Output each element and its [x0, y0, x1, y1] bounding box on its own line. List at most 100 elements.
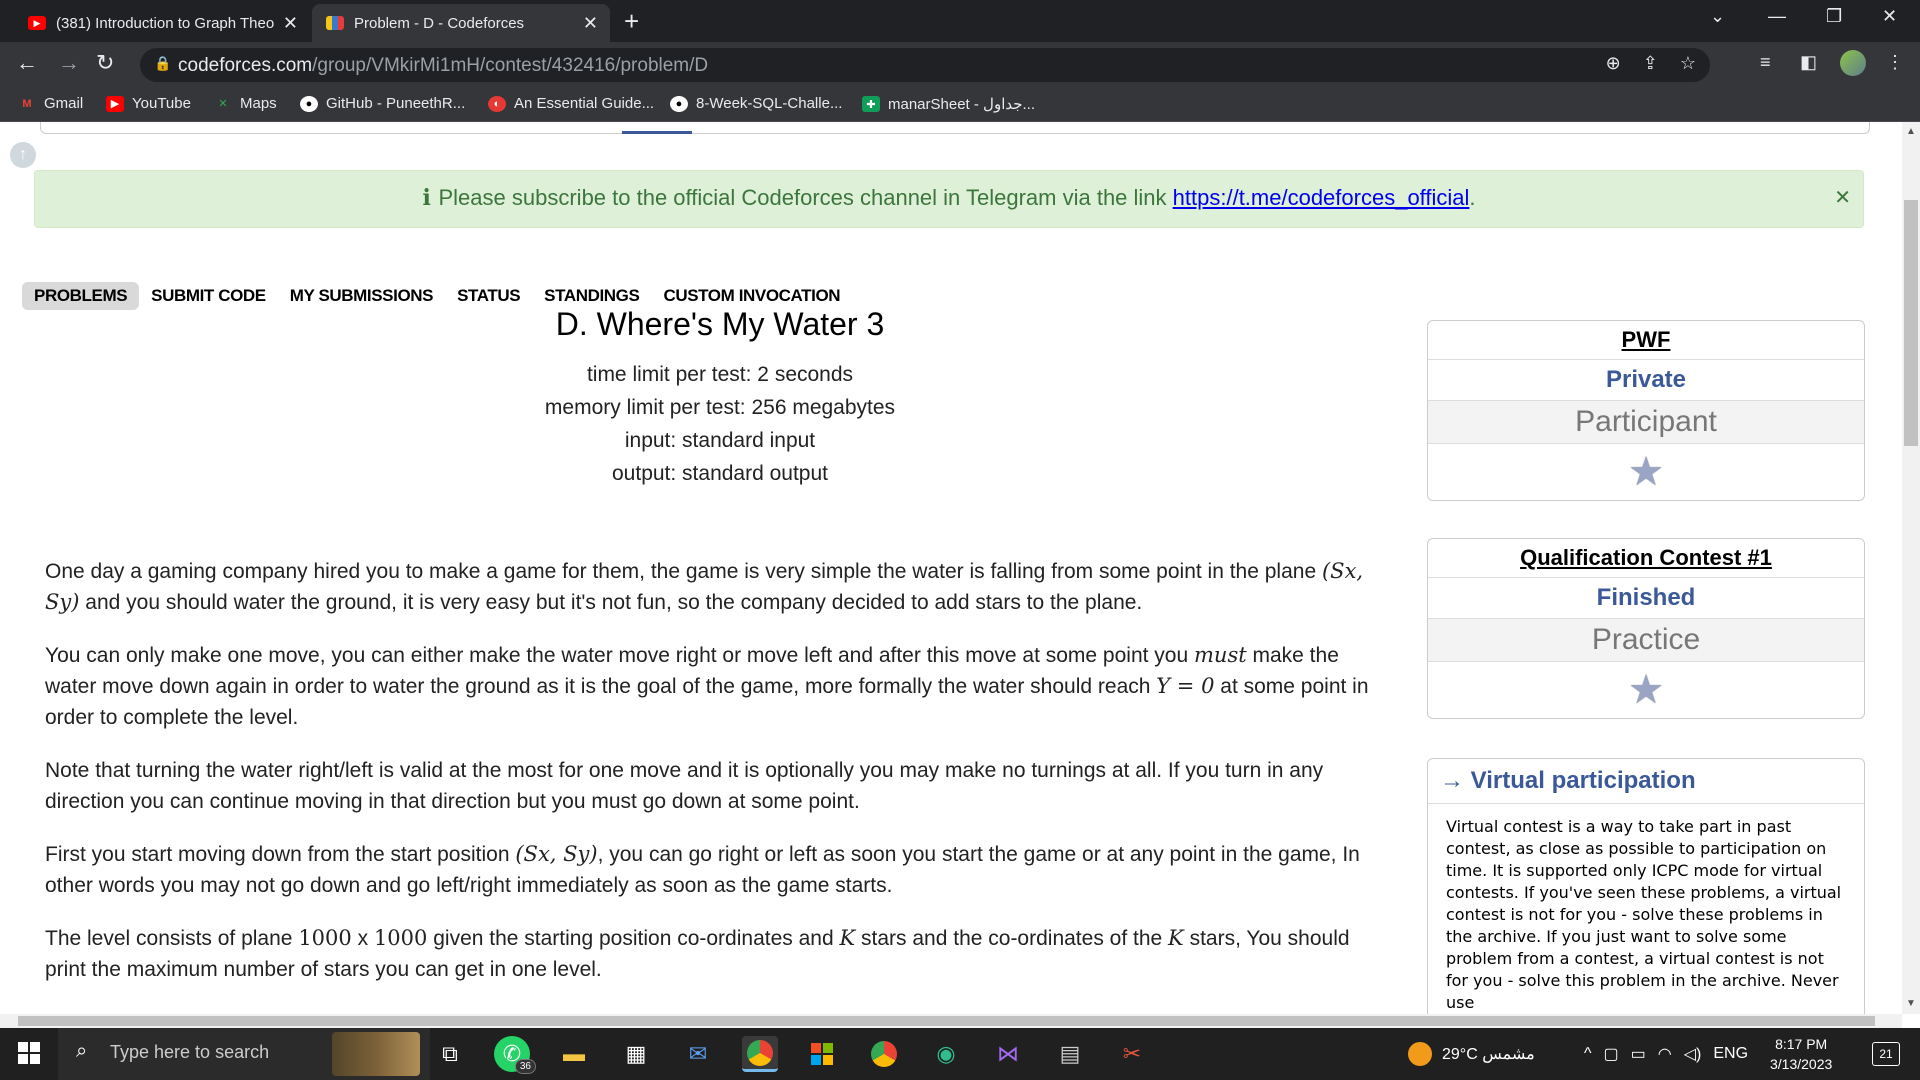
bookmark-label: Maps: [240, 95, 277, 112]
active-menu-underline: [622, 131, 692, 134]
favourite-star[interactable]: ★: [1428, 444, 1864, 500]
telegram-alert: i Please subscribe to the official Codef…: [34, 170, 1864, 228]
zoom-icon[interactable]: ⊕: [1606, 53, 1621, 74]
horizontal-scroll-thumb[interactable]: [18, 1016, 1875, 1026]
browser-tab-strip: ▶ (381) Introduction to Graph Theo ✕ Pro…: [0, 0, 1920, 42]
paragraph: Note that turning the water right/left i…: [45, 759, 1324, 813]
bookmark-sql-challenge[interactable]: ● 8-Week-SQL-Challe...: [670, 95, 842, 112]
contest-status: Finished: [1428, 578, 1864, 619]
forward-icon[interactable]: →: [58, 50, 80, 76]
reload-icon[interactable]: ↻: [96, 50, 114, 76]
text: The level consists of plane: [45, 927, 299, 950]
math: must: [1194, 643, 1247, 667]
vertical-scrollbar[interactable]: ▲ ▼: [1902, 122, 1920, 1014]
whatsapp-icon[interactable]: ✆ 36: [494, 1036, 536, 1074]
tab-title: (381) Introduction to Graph Theo: [56, 14, 275, 32]
side-panel-icon[interactable]: ◧: [1800, 52, 1817, 73]
paragraph: The level consists of plane 1000 x 1000 …: [45, 923, 1395, 985]
group-visibility: Private: [1428, 360, 1864, 401]
math: K: [1168, 926, 1184, 950]
file-explorer-icon[interactable]: ▬: [556, 1036, 592, 1072]
volume-icon[interactable]: ◁): [1684, 1044, 1702, 1064]
vertical-scroll-thumb[interactable]: [1904, 200, 1918, 446]
notification-center-icon[interactable]: 21: [1872, 1042, 1900, 1066]
problem-limits: time limit per test: 2 seconds memory li…: [45, 358, 1395, 490]
tab-codeforces[interactable]: Problem - D - Codeforces ✕: [312, 4, 610, 42]
bookmarks-bar: M Gmail ▶ YouTube ✕ Maps ● GitHub - PuneethR…: [0, 88, 1920, 122]
virtual-participation-heading[interactable]: → Virtual participation: [1428, 759, 1864, 804]
mail-icon[interactable]: ✉: [680, 1036, 716, 1072]
wifi-icon[interactable]: ◠: [1658, 1044, 1672, 1064]
text: One day a gaming company hired you to ma…: [45, 560, 1322, 583]
task-view-icon[interactable]: ⧉: [432, 1036, 468, 1072]
bookmark-label: GitHub - PuneethR...: [326, 95, 466, 112]
favourite-star[interactable]: ★: [1428, 662, 1864, 718]
reading-list-icon[interactable]: ≡: [1760, 52, 1771, 73]
group-name-link[interactable]: PWF: [1428, 321, 1864, 360]
bookmark-gmail[interactable]: M Gmail: [18, 95, 83, 112]
star-icon: ★: [1628, 450, 1664, 494]
back-icon[interactable]: ←: [16, 50, 38, 76]
youtube-icon: ▶: [28, 16, 46, 30]
tab-youtube[interactable]: ▶ (381) Introduction to Graph Theo ✕: [14, 4, 310, 42]
scroll-down-arrow-icon[interactable]: ▼: [1906, 998, 1916, 1009]
battery-icon[interactable]: ▭: [1631, 1044, 1646, 1064]
bookmark-maps[interactable]: ✕ Maps: [214, 95, 277, 112]
math: Y = 0: [1156, 674, 1215, 698]
gmail-icon: M: [22, 97, 32, 110]
edge-icon[interactable]: ◉: [928, 1036, 964, 1072]
close-icon[interactable]: ✕: [283, 13, 298, 34]
chrome-active-icon[interactable]: [742, 1036, 778, 1072]
bookmark-youtube[interactable]: ▶ YouTube: [106, 95, 191, 112]
text: x: [351, 927, 374, 950]
horizontal-scrollbar[interactable]: [0, 1014, 1902, 1028]
math: (Sx, Sy): [515, 842, 598, 866]
calculator-icon[interactable]: ▤: [1052, 1036, 1088, 1072]
text: given the starting position co-ordinates…: [427, 927, 840, 950]
snipping-tool-icon[interactable]: ✂: [1114, 1036, 1150, 1072]
share-icon[interactable]: ⇪: [1643, 53, 1658, 74]
profile-avatar[interactable]: [1840, 50, 1866, 76]
close-icon[interactable]: ✕: [1834, 171, 1851, 225]
virtual-participation-text: Virtual contest is a way to take part in…: [1446, 817, 1842, 1012]
ms-office-icon[interactable]: [804, 1036, 840, 1072]
new-tab-button[interactable]: +: [624, 6, 639, 37]
telegram-link[interactable]: https://t.me/codeforces_official: [1173, 185, 1470, 210]
device-icon[interactable]: ▢: [1604, 1044, 1619, 1064]
scroll-up-arrow-icon[interactable]: ▲: [1906, 126, 1916, 137]
taskbar-search-box[interactable]: ⌕ Type here to search: [58, 1028, 430, 1080]
memory-limit: memory limit per test: 256 megabytes: [544, 396, 896, 419]
tab-search-icon[interactable]: ⌄: [1710, 6, 1725, 27]
time-limit: time limit per test: 2 seconds: [586, 363, 854, 386]
restore-button[interactable]: ❐: [1826, 6, 1842, 27]
star-icon: ★: [1628, 668, 1664, 712]
menu-dots-icon[interactable]: ⋮: [1886, 52, 1904, 73]
weather-text: 29°C مشمس: [1442, 1046, 1535, 1063]
url-path: /group/VMkirMi1mH/contest/432416/problem…: [312, 55, 709, 76]
microsoft-store-icon[interactable]: ▦: [618, 1036, 654, 1072]
language-indicator[interactable]: ENG: [1713, 1045, 1748, 1063]
search-icon: ⌕: [76, 1040, 88, 1062]
whatsapp-badge: 36: [514, 1059, 536, 1074]
windows-start-icon[interactable]: [18, 1042, 40, 1064]
close-icon[interactable]: ✕: [583, 13, 598, 34]
address-bar[interactable]: 🔒 codeforces.com/group/VMkirMi1mH/contes…: [140, 48, 1710, 82]
visual-studio-icon[interactable]: ⋈: [990, 1036, 1026, 1072]
clock-date: 3/13/2023: [1770, 1056, 1833, 1072]
minimize-button[interactable]: —: [1768, 6, 1786, 27]
alert-suffix: .: [1469, 185, 1476, 210]
chevron-up-icon[interactable]: ^: [1584, 1045, 1592, 1063]
bookmark-github-puneeth[interactable]: ● GitHub - PuneethR...: [300, 95, 465, 112]
chrome-icon[interactable]: [866, 1036, 902, 1072]
bookmark-manarsheet[interactable]: ✚ manarSheet - جداول...: [862, 95, 1035, 113]
contest-name-link[interactable]: Qualification Contest #1: [1428, 539, 1864, 578]
taskbar-clock[interactable]: 8:17 PM 3/13/2023: [1770, 1034, 1832, 1074]
scroll-top-icon[interactable]: ↑: [10, 142, 36, 168]
bookmark-star-icon[interactable]: ☆: [1680, 53, 1696, 74]
weather-widget[interactable]: 29°C مشمس: [1408, 1028, 1535, 1080]
bookmark-essential-guide[interactable]: ◐ An Essential Guide...: [488, 95, 654, 112]
text: stars and the co-ordinates of the: [855, 927, 1169, 950]
close-window-button[interactable]: ✕: [1882, 6, 1897, 27]
bookmark-label: An Essential Guide...: [514, 95, 655, 112]
problem-statement: One day a gaming company hired you to ma…: [45, 556, 1395, 1007]
